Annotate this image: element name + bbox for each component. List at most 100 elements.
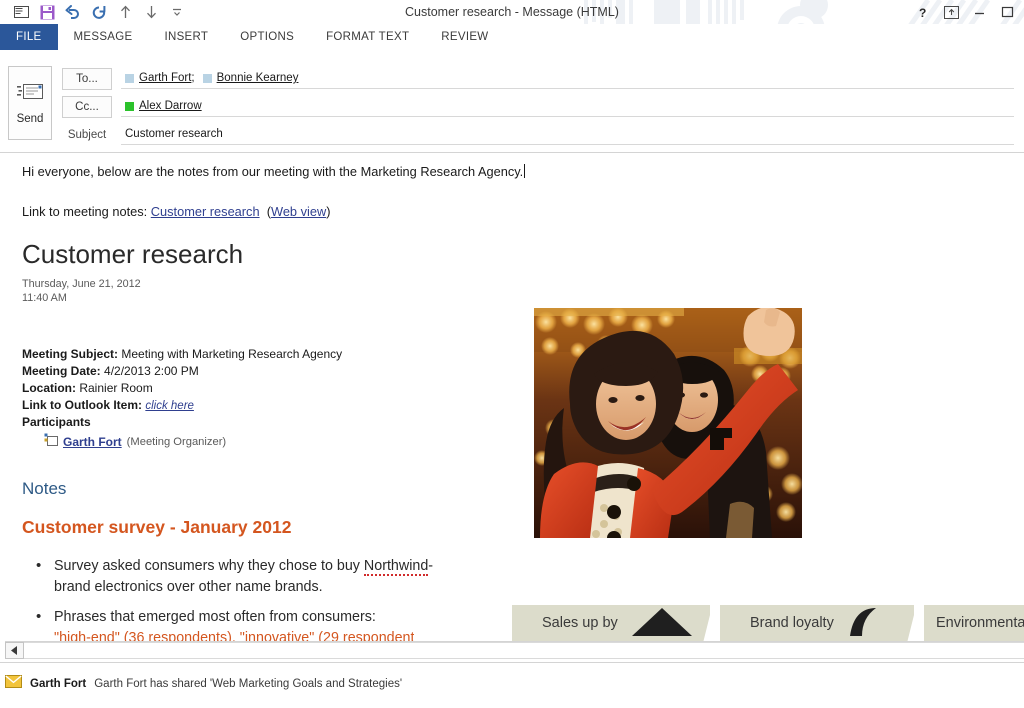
meeting-date-label: Meeting Date:: [22, 363, 101, 378]
location-label: Location:: [22, 380, 76, 395]
help-button[interactable]: ?: [910, 1, 936, 23]
mail-icon[interactable]: [8, 1, 34, 23]
meeting-subject-label: Meeting Subject:: [22, 346, 119, 361]
recipient-name[interactable]: Alex Darrow: [139, 100, 202, 112]
cc-field-row: Cc...: [62, 96, 112, 118]
cc-button[interactable]: Cc...: [62, 96, 112, 118]
status-sender-name: Garth Fort: [30, 678, 87, 690]
message-body[interactable]: Hi everyone, below are the notes from ou…: [0, 153, 1024, 641]
maximize-button[interactable]: [994, 1, 1020, 23]
document-title: Customer research: [22, 238, 244, 269]
document-time-line: 11:40 AM: [22, 292, 67, 305]
tab-file[interactable]: FILE: [0, 24, 58, 50]
tab-message[interactable]: MESSAGE: [58, 24, 149, 50]
clipped-bullet-line: "high-end" (36 respondents), "innovative…: [54, 630, 414, 641]
infographic-banner: Sales up by Brand loyalty Environmental: [512, 605, 1024, 641]
compose-header: Send To... Garth Fort ; Bonnie Kearney C…: [0, 50, 1024, 153]
intro-text: Hi everyone, below are the notes from ou…: [22, 164, 524, 179]
status-bar: Garth Fort Garth Fort has shared 'Web Ma…: [0, 662, 1024, 708]
meeting-subject-value: Meeting with Marketing Research Agency: [121, 346, 343, 361]
notes-heading: Notes: [22, 479, 67, 499]
infographic-panel-environmental: Environmental: [924, 605, 1024, 641]
to-field-row: To...: [62, 68, 112, 90]
recipient-alex-darrow[interactable]: Alex Darrow: [125, 100, 202, 112]
spellcheck-word: Northwind: [363, 558, 429, 577]
send-button[interactable]: Send: [8, 66, 52, 140]
tab-insert[interactable]: INSERT: [148, 24, 224, 50]
document-date-line: Thursday, June 21, 2012: [22, 278, 141, 291]
presence-indicator-icon: [125, 101, 134, 111]
send-envelope-icon: [16, 82, 44, 107]
text-caret: [524, 164, 526, 178]
recipient-name[interactable]: Bonnie Kearney: [217, 72, 299, 84]
cc-input[interactable]: Alex Darrow: [121, 96, 1014, 117]
location-value: Rainier Room: [79, 380, 153, 395]
contact-card-icon: [44, 433, 58, 452]
recipient-bonnie-kearney[interactable]: Bonnie Kearney: [202, 72, 299, 84]
link-customer-research[interactable]: Customer research: [151, 204, 260, 219]
meeting-date-value: 4/2/2013 2:00 PM: [104, 363, 199, 378]
triangle-up-icon: [630, 606, 694, 641]
ribbon-tab-bar[interactable]: FILE MESSAGE INSERT OPTIONS FORMAT TEXT …: [0, 24, 1024, 50]
presence-indicator-icon: [125, 73, 134, 83]
infographic-panel-sales: Sales up by: [512, 605, 710, 641]
clipped-bullet-text: "high-end" (36 respondents), "innovative…: [54, 630, 414, 641]
list-item: Survey asked consumers why they chose to…: [22, 555, 454, 598]
intro-paragraph: Hi everyone, below are the notes from ou…: [22, 163, 1012, 182]
curve-up-icon: [846, 606, 880, 641]
infographic-label: Sales up by: [542, 615, 618, 631]
previous-item-icon[interactable]: [112, 1, 138, 23]
participant-role: (Meeting Organizer): [126, 435, 227, 448]
participant-name[interactable]: Garth Fort: [63, 434, 122, 451]
location-row: Location: Rainier Room: [22, 380, 1012, 397]
ribbon-display-options-button[interactable]: [938, 1, 964, 23]
paren-close: ): [326, 203, 331, 219]
recipient-name[interactable]: Garth Fort: [139, 72, 191, 84]
tab-review[interactable]: REVIEW: [425, 24, 504, 50]
subject-input[interactable]: Customer research: [121, 124, 1014, 145]
presence-indicator-icon: [202, 73, 212, 83]
list-item: Phrases that emerged most often from con…: [22, 606, 454, 628]
horizontal-scrollbar[interactable]: [5, 641, 1024, 659]
minimize-button[interactable]: [966, 1, 992, 23]
message-body-content: Hi everyone, below are the notes from ou…: [22, 163, 1012, 637]
infographic-label: Brand loyalty: [750, 615, 834, 631]
send-button-label: Send: [16, 112, 44, 125]
link-web-view[interactable]: Web view: [271, 204, 326, 219]
tab-format-text[interactable]: FORMAT TEXT: [310, 24, 425, 50]
save-icon[interactable]: [34, 1, 60, 23]
to-button[interactable]: To...: [62, 68, 112, 90]
next-item-icon[interactable]: [138, 1, 164, 23]
subject-value: Customer research: [125, 128, 223, 140]
participants-label: Participants: [22, 415, 91, 430]
scrollbar-track[interactable]: [24, 642, 1024, 659]
infographic-panel-loyalty: Brand loyalty: [720, 605, 914, 641]
left-scroll-arrow[interactable]: [5, 642, 24, 659]
to-input[interactable]: Garth Fort ; Bonnie Kearney: [121, 68, 1014, 89]
redo-icon[interactable]: [86, 1, 112, 23]
infographic-label: Environmental: [936, 615, 1024, 631]
outlook-link-label: Link to Outlook Item:: [22, 397, 142, 412]
subject-label: Subject: [67, 129, 107, 141]
quick-access-toolbar[interactable]: [8, 0, 190, 24]
tab-options[interactable]: OPTIONS: [224, 24, 310, 50]
window-controls[interactable]: ?: [910, 0, 1020, 24]
outlook-compose-window: Customer research - Message (HTML) ? FIL…: [0, 0, 1024, 708]
customize-quick-access-toolbar-icon[interactable]: [164, 1, 190, 23]
recipient-separator: ;: [191, 72, 195, 84]
document-date: Thursday, June 21, 2012 11:40 AM: [22, 277, 1012, 306]
participant-entry: Garth Fort (Meeting Organizer): [22, 433, 1012, 452]
fairground-photo: [534, 308, 802, 538]
participants-row: Participants: [22, 414, 1012, 431]
recipient-garth-fort[interactable]: Garth Fort ;: [125, 72, 203, 84]
svg-text:?: ?: [919, 6, 926, 19]
outlook-link-row: Link to Outlook Item: click here: [22, 397, 1012, 414]
undo-icon[interactable]: [60, 1, 86, 23]
meeting-meta-block: Meeting Subject: Meeting with Marketing …: [22, 346, 1012, 452]
status-notification[interactable]: Garth Fort Garth Fort has shared 'Web Ma…: [5, 675, 402, 693]
meeting-notes-link-line: Link to meeting notes: Customer research…: [22, 204, 1012, 219]
meeting-subject-row: Meeting Subject: Meeting with Marketing …: [22, 346, 1012, 363]
link-click-here[interactable]: click here: [145, 400, 194, 412]
meeting-date-row: Meeting Date: 4/2/2013 2:00 PM: [22, 363, 1012, 380]
subject-field-row: Subject: [62, 124, 112, 146]
